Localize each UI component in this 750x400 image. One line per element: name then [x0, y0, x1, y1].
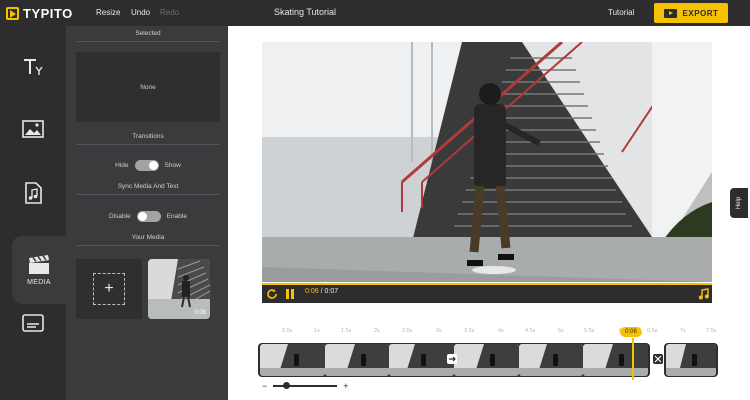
player-controls: 0:06 / 0:07	[262, 283, 712, 303]
clip-thumbnail	[666, 344, 716, 376]
zoom-out-button[interactable]: −	[262, 381, 267, 391]
typito-logo-icon	[6, 6, 19, 20]
transitions-toggle-row: Hide Show	[76, 160, 220, 171]
redo-button[interactable]: Redo	[160, 8, 179, 17]
tick-label: 7.5s	[706, 328, 717, 334]
tick-label: 4s	[498, 328, 504, 334]
plus-icon: +	[93, 273, 125, 305]
add-media-button[interactable]: +	[76, 259, 142, 319]
rail-label-media: MEDIA	[27, 278, 51, 286]
clip-frame[interactable]	[518, 344, 584, 376]
media-duration: 0:08	[194, 310, 206, 316]
selected-heading: Selected	[76, 30, 220, 42]
total-time: 0:07	[324, 288, 339, 295]
toggle-knob	[148, 161, 158, 170]
typito-editor: TYPITO Resize Undo Redo Skating Tutorial…	[0, 0, 750, 400]
clip-frame[interactable]	[260, 344, 325, 376]
rail-item-media[interactable]: MEDIA	[12, 236, 66, 304]
clip-track-end[interactable]	[664, 343, 718, 377]
transitions-on-label: Show	[164, 162, 181, 169]
logo-text: TYPITO	[23, 5, 73, 21]
zoom-slider[interactable]	[273, 382, 338, 389]
transition-icon[interactable]	[653, 354, 663, 364]
tick-label: 4.5s	[525, 328, 536, 334]
video-frame	[262, 42, 712, 282]
tick-label: 3s	[436, 328, 442, 334]
clip-frame[interactable]	[389, 344, 455, 376]
rail-item-images[interactable]	[12, 108, 54, 150]
sync-off-label: Disable	[109, 213, 131, 220]
clapperboard-icon	[29, 254, 49, 274]
tick-label: 1s	[314, 328, 320, 334]
sync-heading: Sync Media And Text	[76, 183, 220, 195]
music-file-icon	[25, 182, 42, 204]
top-bar: TYPITO Resize Undo Redo Skating Tutorial…	[0, 0, 750, 26]
selected-value: None	[140, 83, 156, 91]
zoom-slider-handle[interactable]	[283, 382, 291, 389]
tick-label: 5.5s	[584, 328, 595, 334]
subtitles-icon	[22, 314, 44, 332]
sync-on-label: Enable	[166, 213, 187, 220]
pause-icon[interactable]	[285, 288, 295, 300]
tick-label: 3.5s	[464, 328, 475, 334]
selected-box: None	[76, 52, 220, 122]
timeline-zoom: − +	[262, 381, 349, 391]
typito-logo[interactable]: TYPITO	[6, 5, 73, 21]
clip-thumbnail	[518, 344, 584, 376]
clip-thumbnail	[260, 344, 325, 376]
export-button[interactable]: EXPORT	[654, 3, 728, 23]
rail-item-subtitles[interactable]	[12, 302, 54, 344]
rail-item-music[interactable]	[12, 172, 54, 214]
tool-rail: MEDIA	[0, 26, 66, 400]
clip-frame[interactable]	[324, 344, 390, 376]
playhead-time-flag[interactable]: 0:06	[620, 327, 642, 337]
playback-time: 0:06 / 0:07	[305, 288, 338, 295]
help-label: Help	[736, 196, 742, 210]
clip-frame[interactable]	[666, 344, 716, 376]
transitions-off-label: Hide	[115, 162, 129, 169]
current-time: 0:06	[305, 288, 319, 295]
toggle-knob	[137, 212, 147, 221]
clip-frame[interactable]	[583, 344, 649, 376]
transitions-toggle[interactable]	[134, 160, 159, 171]
sync-toggle[interactable]	[136, 211, 161, 222]
undo-button[interactable]: Undo	[131, 8, 150, 17]
clip-frame[interactable]	[454, 344, 519, 376]
help-tab[interactable]: Help	[730, 188, 748, 218]
image-icon	[22, 120, 44, 138]
clip-thumbnail	[583, 344, 649, 376]
text-icon	[24, 59, 43, 75]
tick-label: 1.5s	[341, 328, 352, 334]
clip-thumbnail	[454, 344, 519, 376]
media-thumbnail[interactable]: 0:08	[148, 259, 210, 319]
time-separator: /	[320, 288, 323, 295]
clip-thumbnail	[324, 344, 390, 376]
zoom-in-button[interactable]: +	[343, 381, 348, 391]
tick-label: 2.5s	[402, 328, 413, 334]
tick-label: 6.5s	[647, 328, 658, 334]
tick-label: 7s	[680, 328, 686, 334]
export-label: EXPORT	[682, 8, 719, 18]
transitions-heading: Transitions	[76, 133, 220, 145]
clip-thumbnail	[389, 344, 455, 376]
transition-icon[interactable]	[447, 354, 457, 364]
project-title[interactable]: Skating Tutorial	[274, 7, 336, 17]
your-media-heading: Your Media	[76, 234, 220, 246]
tutorial-link[interactable]: Tutorial	[608, 8, 634, 17]
timeline-ruler[interactable]: 0.5s 1s 1.5s 2s 2.5s 3s 3.5s 4s 4.5s 5s …	[228, 326, 750, 338]
tick-label: 5s	[558, 328, 564, 334]
resize-button[interactable]: Resize	[96, 8, 120, 17]
video-preview[interactable]	[262, 42, 712, 282]
video-export-icon	[663, 8, 677, 18]
sync-toggle-row: Disable Enable	[76, 211, 220, 222]
tick-label: 2s	[374, 328, 380, 334]
music-note-icon[interactable]	[698, 288, 709, 300]
replay-icon[interactable]	[266, 288, 278, 300]
properties-panel: Selected None Transitions Hide Show Sync…	[66, 26, 228, 400]
rail-item-text[interactable]	[12, 46, 54, 88]
tick-label: 0.5s	[282, 328, 293, 334]
playhead[interactable]	[632, 338, 634, 380]
